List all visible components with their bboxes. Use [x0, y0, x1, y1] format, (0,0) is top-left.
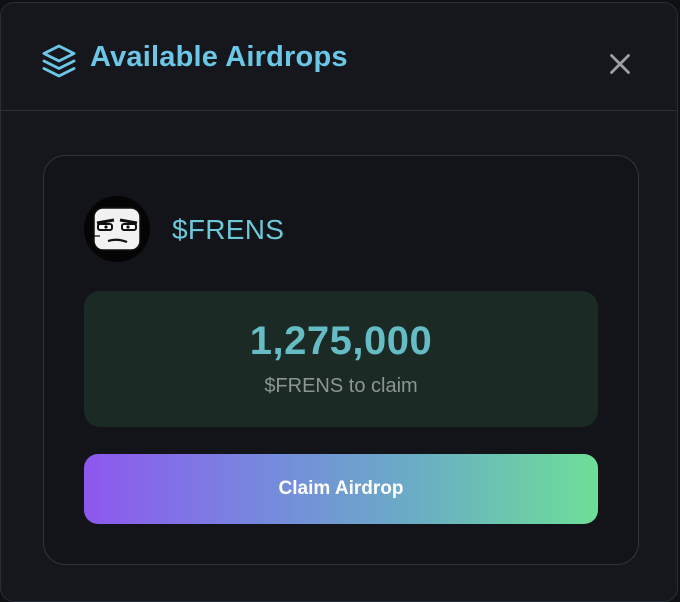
claim-airdrop-button[interactable]: Claim Airdrop — [84, 454, 598, 524]
modal-header: Available Airdrops — [1, 3, 677, 111]
claim-amount-label: $FRENS to claim — [264, 375, 418, 397]
airdrop-card: $FRENS 1,275,000 $FRENS to claim Claim A… — [43, 155, 639, 565]
claim-amount-box: 1,275,000 $FRENS to claim — [84, 291, 598, 427]
modal-title: Available Airdrops — [90, 41, 348, 73]
frens-face-icon — [84, 196, 150, 262]
airdrops-modal: Available Airdrops $FRENS 1,275,000 $FRE… — [0, 2, 678, 602]
close-icon[interactable] — [603, 47, 637, 81]
claim-amount: 1,275,000 — [249, 319, 433, 363]
token-avatar — [84, 196, 150, 262]
token-name: $FRENS — [172, 214, 285, 245]
layers-icon — [42, 44, 76, 78]
